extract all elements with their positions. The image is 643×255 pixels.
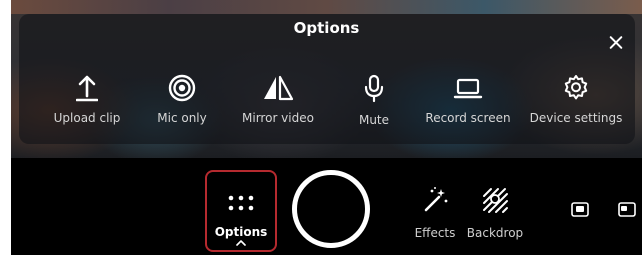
- backdrop-button[interactable]: Backdrop: [457, 186, 533, 242]
- dots-grid-icon: [228, 195, 254, 211]
- mic-only-icon: [168, 74, 196, 102]
- microphone-icon: [364, 74, 384, 103]
- backdrop-label: Backdrop: [466, 226, 524, 240]
- mirror-icon: [264, 75, 294, 101]
- camera-window: Options Upload clip Mic only Mirror vide…: [11, 0, 642, 255]
- record-button[interactable]: [292, 170, 370, 248]
- gear-icon: [564, 75, 588, 100]
- magic-wand-icon: [424, 187, 448, 212]
- mirror-video-label: Mirror video: [242, 111, 314, 125]
- record-screen-button[interactable]: Record screen: [413, 74, 523, 134]
- picture-in-picture-icon[interactable]: [571, 202, 589, 218]
- video-background: [11, 0, 642, 14]
- close-icon[interactable]: [606, 33, 626, 53]
- mirror-video-button[interactable]: Mirror video: [223, 74, 333, 134]
- mic-only-button[interactable]: Mic only: [127, 74, 237, 134]
- upload-icon: [76, 75, 98, 102]
- upload-clip-button[interactable]: Upload clip: [32, 74, 142, 134]
- layout-icon[interactable]: [618, 202, 636, 218]
- laptop-icon: [453, 78, 483, 99]
- record-screen-label: Record screen: [425, 111, 511, 125]
- options-button[interactable]: Options: [205, 170, 277, 252]
- chevron-up-icon: [236, 240, 246, 246]
- device-settings-button[interactable]: Device settings: [521, 74, 631, 134]
- options-label: Options: [214, 225, 268, 239]
- upload-clip-label: Upload clip: [53, 111, 121, 125]
- mic-only-label: Mic only: [157, 111, 207, 125]
- backdrop-icon: [483, 188, 508, 213]
- device-settings-label: Device settings: [529, 111, 623, 125]
- panel-title: Options: [293, 19, 360, 37]
